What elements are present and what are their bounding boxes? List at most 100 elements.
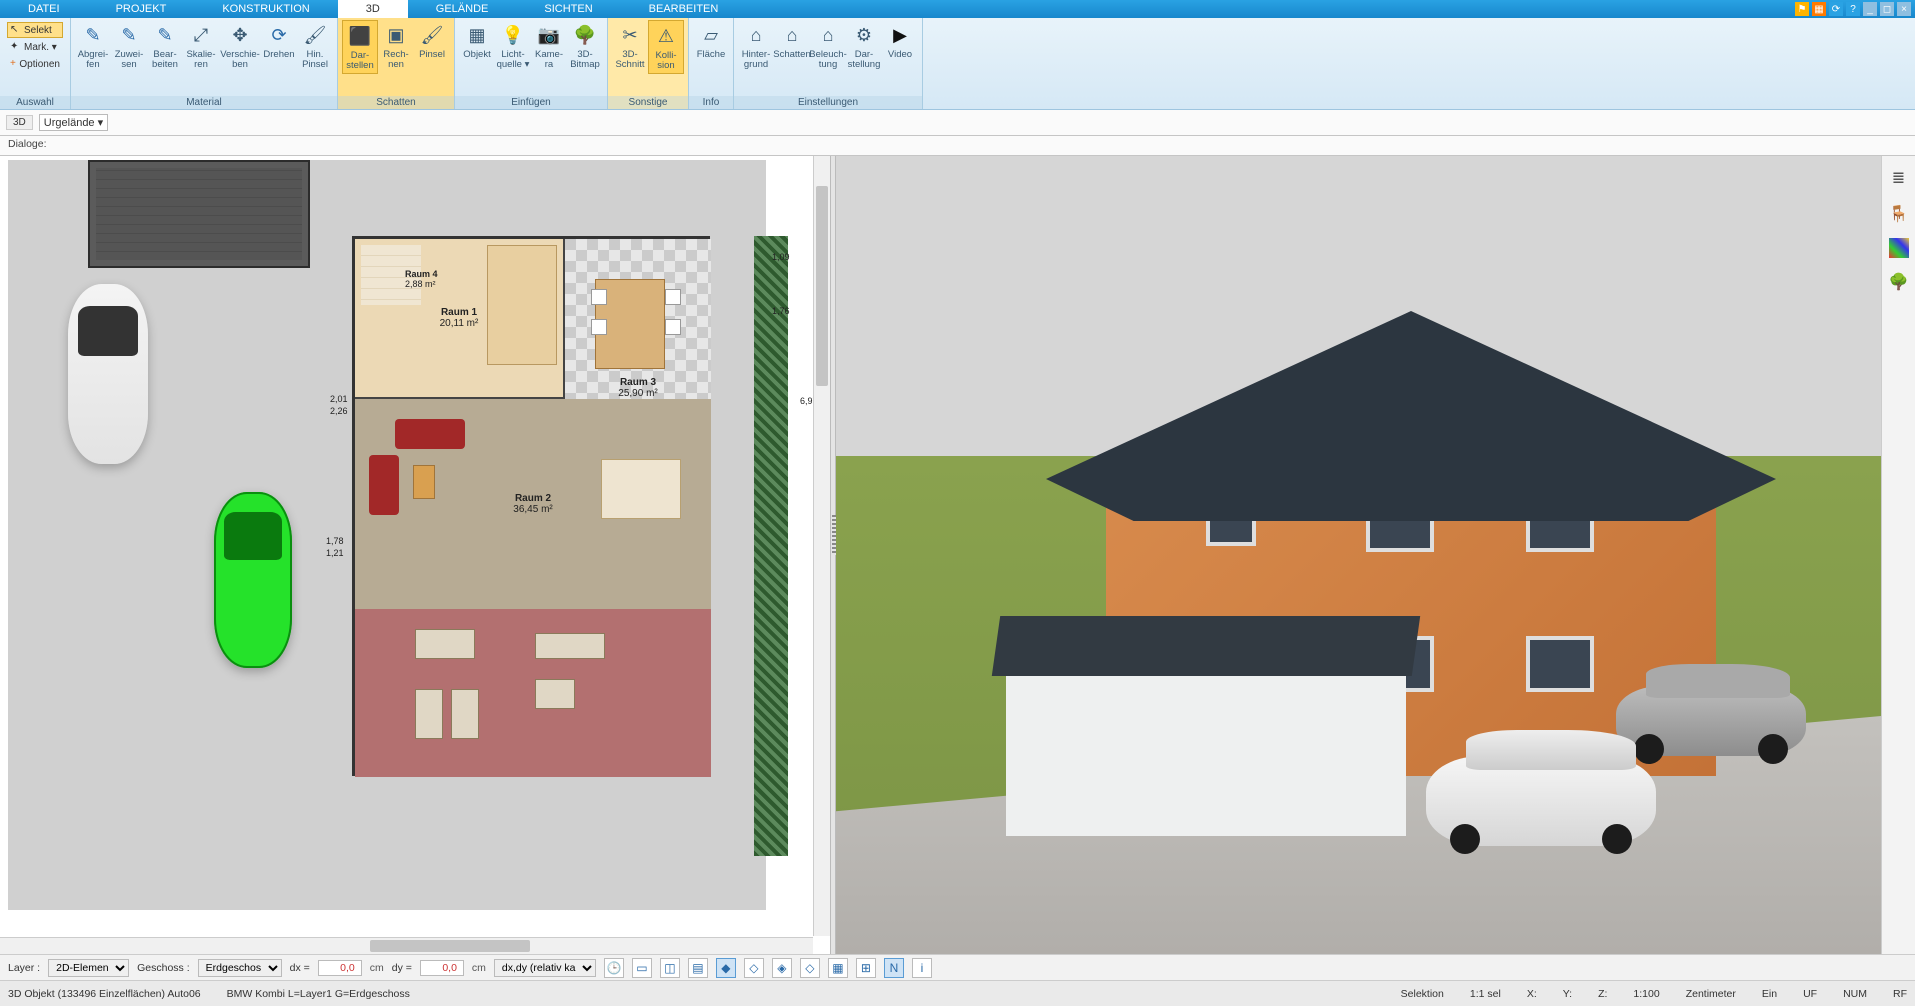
tool-kamera[interactable]: 📷Kame-ra — [531, 20, 567, 72]
tool-verschieben[interactable]: ✥Verschie-ben — [219, 20, 261, 72]
cube-icon: ⬛ — [347, 23, 373, 49]
room2-label: Raum 2 — [515, 493, 551, 504]
scroll-thumb-v[interactable] — [816, 186, 828, 386]
garage-roof — [992, 616, 1420, 676]
toggle-grid[interactable]: ▦ — [828, 958, 848, 978]
menu-bearbeiten[interactable]: BEARBEITEN — [621, 0, 747, 18]
scroll-thumb-h[interactable] — [370, 940, 530, 952]
room-2[interactable]: Raum 2 36,45 m² — [355, 399, 711, 609]
minimize-icon[interactable]: _ — [1863, 2, 1877, 16]
menu-konstruktion[interactable]: KONSTRUKTION — [194, 0, 337, 18]
view-3d[interactable] — [836, 156, 1881, 954]
scrollbar-vertical[interactable] — [813, 156, 830, 936]
tool-hintergrund[interactable]: ⌂Hinter-grund — [738, 20, 774, 72]
coord-mode-select[interactable]: dx,dy (relativ ka — [494, 959, 596, 977]
room-1[interactable]: Raum 1 20,11 m² Raum 4 2,88 m² — [355, 239, 565, 399]
house-icon: ⌂ — [743, 22, 769, 48]
toggle-stack[interactable]: ▤ — [688, 958, 708, 978]
tool-drehen[interactable]: ⟳Drehen — [261, 20, 297, 62]
group-label-schatten: Schatten — [338, 96, 454, 109]
tool-objekt[interactable]: ▦Objekt — [459, 20, 495, 62]
garage-3d[interactable] — [1006, 656, 1406, 836]
menu-3d[interactable]: 3D — [338, 0, 408, 18]
bottom-toolbar: Layer : 2D-Elemen Geschoss : Erdgeschos … — [0, 954, 1915, 980]
tool-bearbeiten[interactable]: ✎Bear-beiten — [147, 20, 183, 72]
garage-2d — [88, 160, 310, 268]
group-label-material: Material — [71, 96, 337, 109]
wc-icon-1[interactable]: ⚑ — [1795, 2, 1809, 16]
menu-bar: DATEI PROJEKT KONSTRUKTION 3D GELÄNDE SI… — [0, 0, 1915, 18]
toggle-north[interactable]: N — [884, 958, 904, 978]
tool-darstellung[interactable]: ⚙Dar-stellung — [846, 20, 882, 72]
context-bar: 3D Urgelände ▾ — [0, 110, 1915, 136]
tool-3d-bitmap[interactable]: 🌳3D-Bitmap — [567, 20, 603, 72]
options-button[interactable]: +Optionen — [7, 56, 63, 72]
car-white-3d[interactable] — [1426, 756, 1656, 846]
tool-schatten-set[interactable]: ⌂Schatten — [774, 20, 810, 62]
section-icon: ✂ — [617, 22, 643, 48]
scrollbar-horizontal[interactable] — [0, 937, 813, 954]
menu-datei[interactable]: DATEI — [0, 0, 88, 18]
room3-area: 25,90 m² — [618, 388, 657, 399]
toggle-info[interactable]: i — [912, 958, 932, 978]
chair-icon[interactable]: 🪑 — [1887, 202, 1911, 226]
floor-select[interactable]: Erdgeschos — [198, 959, 282, 977]
room4-label-box: Raum 4 2,88 m² — [405, 269, 438, 289]
room2-area: 36,45 m² — [513, 504, 552, 515]
toggle-snap-3[interactable]: ◈ — [772, 958, 792, 978]
tool-3d-schnitt[interactable]: ✂3D-Schnitt — [612, 20, 648, 72]
ribbon-group-sonstige: ✂3D-Schnitt ⚠Kolli-sion Sonstige — [608, 18, 689, 109]
car-white-2d[interactable] — [68, 284, 148, 464]
terrain-select[interactable]: Urgelände ▾ — [39, 114, 108, 131]
palette-icon[interactable] — [1889, 238, 1909, 258]
toggle-screen[interactable]: ▭ — [632, 958, 652, 978]
window-3d — [1526, 636, 1594, 692]
mark-button[interactable]: ✦Mark. ▾ — [7, 39, 63, 55]
menu-sichten[interactable]: SICHTEN — [516, 0, 620, 18]
tool-pinsel[interactable]: 🖌Pinsel — [414, 20, 450, 62]
dx-input[interactable]: 0,0 — [318, 960, 362, 976]
help-icon[interactable]: ? — [1846, 2, 1860, 16]
maximize-icon[interactable]: ◻ — [1880, 2, 1894, 16]
plan-canvas[interactable]: Raum 1 20,11 m² Raum 4 2,88 m² Raum 3 25… — [0, 156, 830, 954]
tree-side-icon[interactable]: 🌳 — [1887, 270, 1911, 294]
select-button[interactable]: ↖Selekt — [7, 22, 63, 38]
tool-skalieren[interactable]: ⤢Skalie-ren — [183, 20, 219, 72]
menu-projekt[interactable]: PROJEKT — [88, 0, 195, 18]
tool-lichtquelle[interactable]: 💡Licht-quelle ▾ — [495, 20, 531, 72]
tool-zuweisen[interactable]: ✎Zuwei-sen — [111, 20, 147, 72]
toggle-ortho[interactable]: ⊞ — [856, 958, 876, 978]
dy-label: dy = — [392, 962, 412, 974]
toggle-snap-2[interactable]: ◇ — [744, 958, 764, 978]
tool-abgreifen[interactable]: ✎Abgrei-fen — [75, 20, 111, 72]
room1-area: 20,11 m² — [440, 318, 479, 329]
ribbon-group-info: ▱Fläche Info — [689, 18, 734, 109]
tool-flaeche[interactable]: ▱Fläche — [693, 20, 729, 62]
tool-video[interactable]: ▶Video — [882, 20, 918, 62]
status-x: X: — [1527, 988, 1537, 1000]
edit-icon: ✎ — [152, 22, 178, 48]
wc-icon-2[interactable]: ▦ — [1812, 2, 1826, 16]
group-label-auswahl: Auswahl — [0, 96, 70, 109]
layers-icon[interactable]: ≣ — [1887, 166, 1911, 190]
layer-select[interactable]: 2D-Elemen — [48, 959, 129, 977]
tool-beleuchtung[interactable]: ⌂Beleuch-tung — [810, 20, 846, 72]
toggle-snap-1[interactable]: ◆ — [716, 958, 736, 978]
mark-icon: ✦ — [10, 41, 22, 53]
dy-input[interactable]: 0,0 — [420, 960, 464, 976]
toggle-snap-4[interactable]: ◇ — [800, 958, 820, 978]
close-icon[interactable]: × — [1897, 2, 1911, 16]
tool-hin-pinsel[interactable]: 🖌Hin.Pinsel — [297, 20, 333, 72]
tool-rechnen[interactable]: ▣Rech-nen — [378, 20, 414, 72]
car-green-selected[interactable] — [214, 492, 292, 668]
menu-gelaende[interactable]: GELÄNDE — [408, 0, 517, 18]
dining-2 — [601, 459, 681, 519]
car-grey-3d[interactable] — [1616, 686, 1806, 756]
terrace[interactable] — [355, 609, 711, 777]
toggle-clock[interactable]: 🕒 — [604, 958, 624, 978]
toggle-overlap[interactable]: ◫ — [660, 958, 680, 978]
tool-kollision[interactable]: ⚠Kolli-sion — [648, 20, 684, 74]
tool-darstellen[interactable]: ⬛Dar-stellen — [342, 20, 378, 74]
plan-2d-view[interactable]: Raum 1 20,11 m² Raum 4 2,88 m² Raum 3 25… — [0, 156, 830, 954]
wc-icon-3[interactable]: ⟳ — [1829, 2, 1843, 16]
